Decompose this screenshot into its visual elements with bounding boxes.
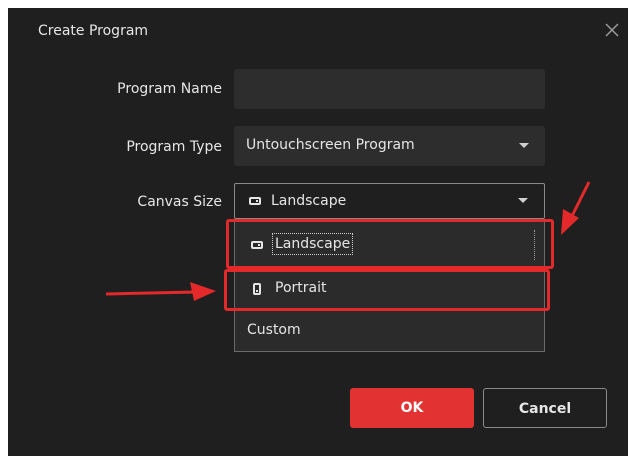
annotation-arrows bbox=[105, 181, 591, 301]
arrow-icon bbox=[105, 282, 216, 301]
arrow-icon bbox=[561, 181, 591, 235]
